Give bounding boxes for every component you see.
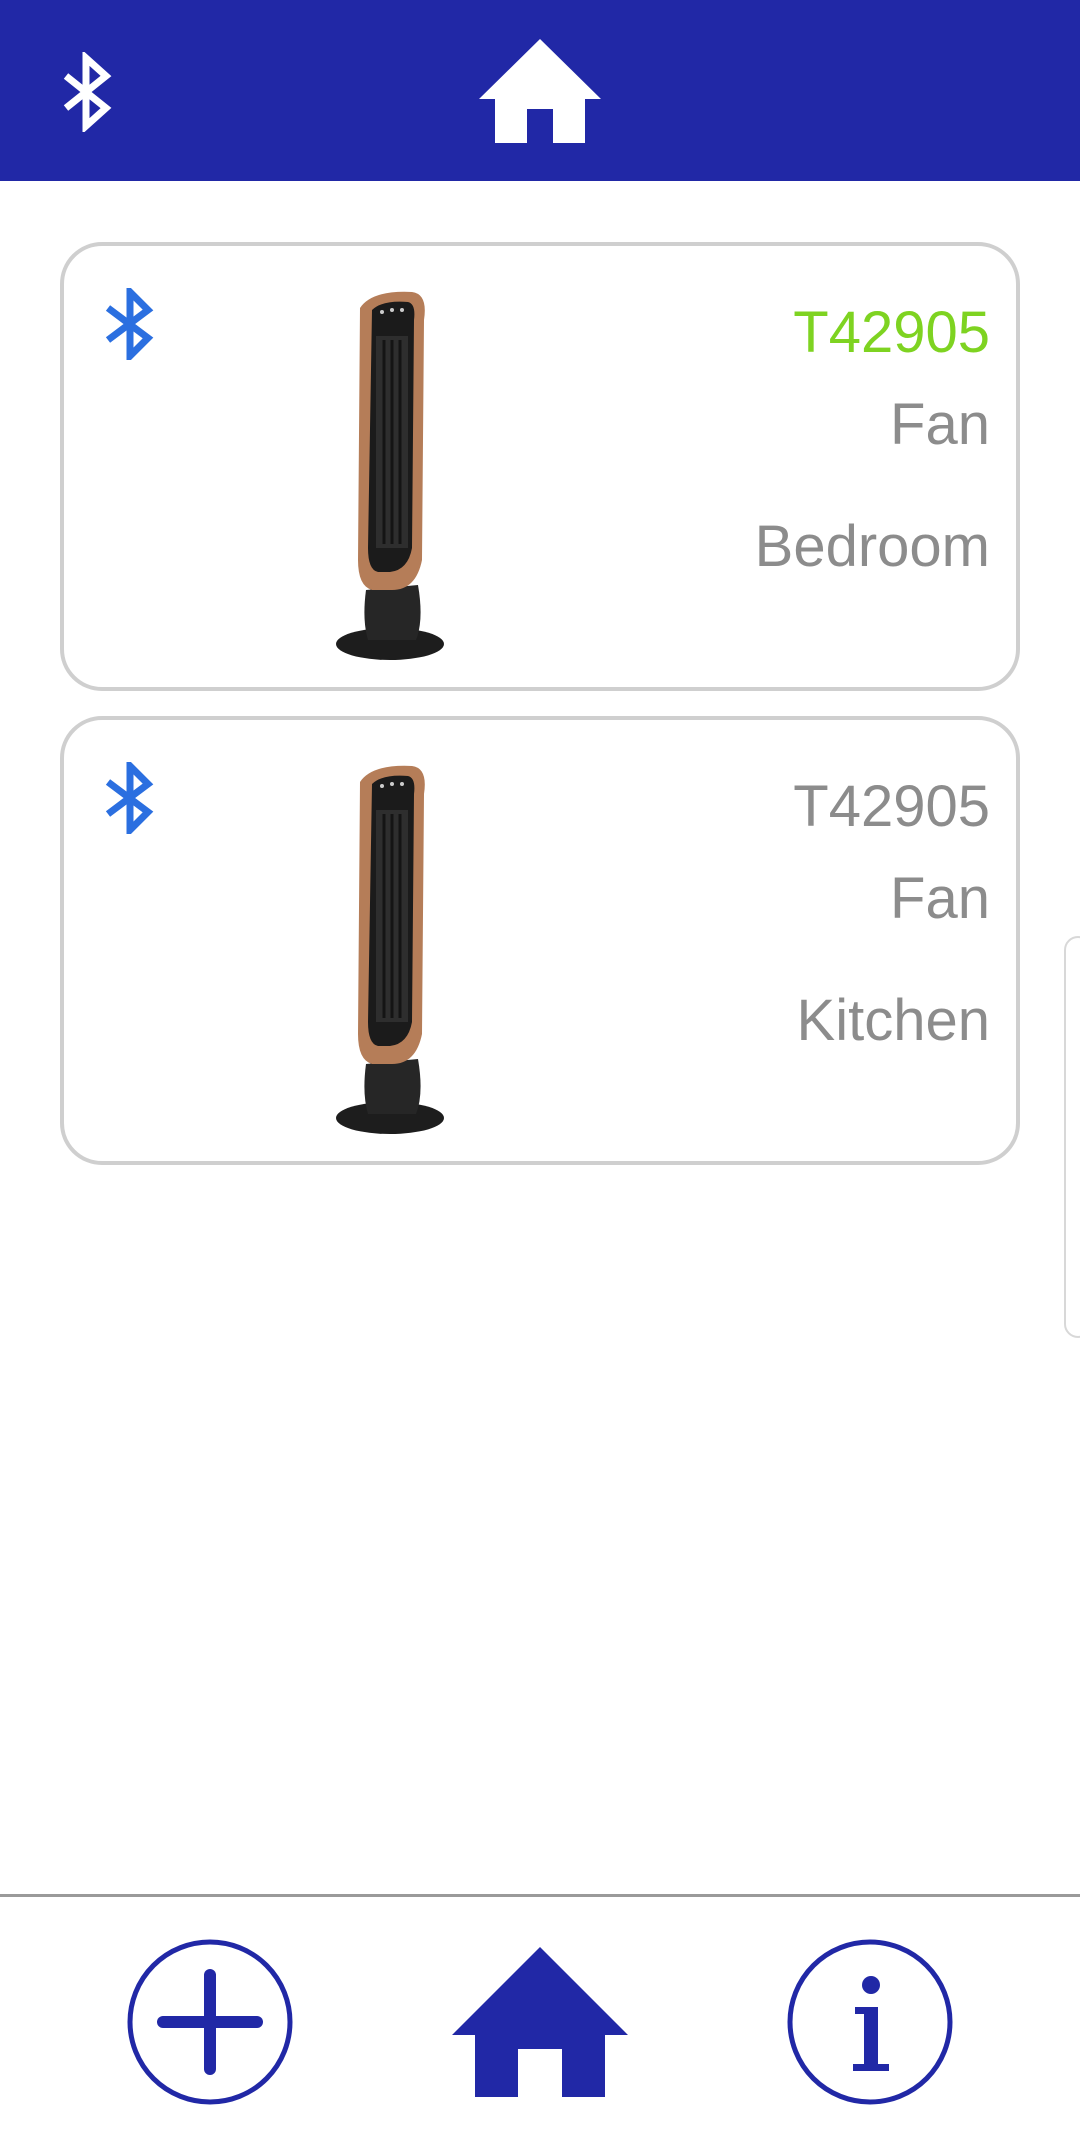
- bluetooth-icon: [63, 50, 112, 134]
- device-type: Fan: [890, 392, 990, 457]
- add-device-button[interactable]: [125, 1937, 295, 2107]
- home-icon: [452, 1947, 628, 2097]
- bluetooth-icon: [105, 283, 154, 365]
- app-screen: T42905 Fan Bedroom T42905 Fan Kitchen: [0, 0, 1080, 2150]
- device-bluetooth-status: [100, 283, 158, 365]
- device-room: Bedroom: [754, 514, 990, 579]
- home-icon: [479, 39, 601, 143]
- bluetooth-button[interactable]: [52, 50, 122, 134]
- bluetooth-icon: [105, 757, 154, 839]
- edge-panel-handle[interactable]: [1064, 936, 1080, 1338]
- device-card[interactable]: T42905 Fan Bedroom: [60, 242, 1020, 691]
- info-icon: [787, 1939, 953, 2105]
- device-info: T42905 Fan Bedroom: [755, 301, 990, 579]
- device-model: T42905: [793, 774, 990, 839]
- device-type: Fan: [890, 866, 990, 931]
- device-bluetooth-status: [100, 757, 158, 839]
- bottom-nav: [0, 1897, 1080, 2150]
- device-card[interactable]: T42905 Fan Kitchen: [60, 716, 1020, 1165]
- add-icon: [127, 1939, 293, 2105]
- tower-fan-image: [336, 765, 444, 1134]
- top-bar: [0, 0, 1080, 181]
- device-room: Kitchen: [796, 988, 990, 1053]
- device-info: T42905 Fan Kitchen: [793, 775, 990, 1053]
- nav-home-button[interactable]: [450, 1945, 630, 2100]
- device-model: T42905: [793, 300, 990, 365]
- header-home-button[interactable]: [475, 35, 605, 147]
- info-button[interactable]: [785, 1937, 955, 2107]
- tower-fan-image: [336, 291, 444, 660]
- device-list: T42905 Fan Bedroom T42905 Fan Kitchen: [60, 242, 1020, 1190]
